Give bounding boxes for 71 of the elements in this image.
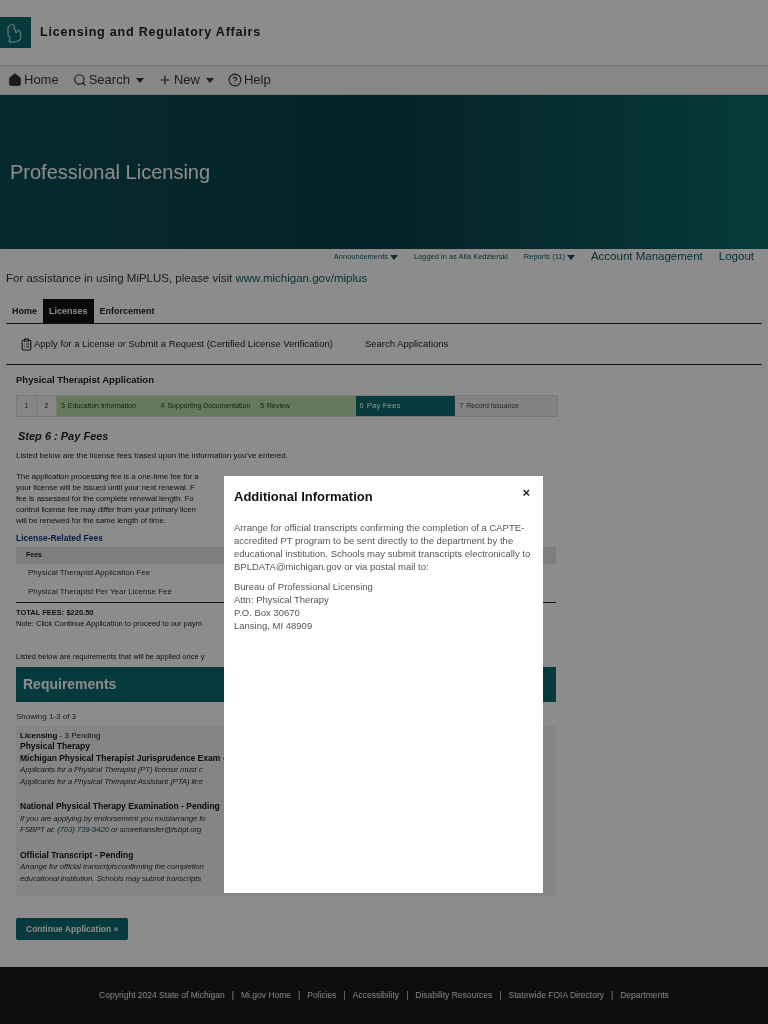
fees-text: your license will be issued until your next renewal. F bbox=[16, 482, 195, 493]
submenu-link[interactable]: Search Applications bbox=[364, 337, 449, 352]
address-line: Attn: Physical Therapy bbox=[234, 592, 330, 606]
nav-link[interactable]: Search bbox=[72, 70, 144, 90]
submenu-link[interactable]: Apply for a License or Submit a Request (Certified License Verification) bbox=[20, 337, 333, 352]
assistance-text: For assistance in using MiPLUS, please visit www.michigan.gov/miplus bbox=[6, 271, 368, 286]
requirement-description: If you are applying by endorsement you mustarrange fo bbox=[20, 812, 206, 824]
home-icon bbox=[8, 73, 22, 87]
fees-intro: Listed below are the license fees based upon the information you've entered. bbox=[16, 450, 288, 462]
fees-text: The application processing fee is a one-time fee for a bbox=[16, 471, 199, 482]
modal-body: Arrange for official transcripts confirming the completion of a CAPTE-accredited PT program to be sent directly to the department by the educational institution. Schools may submit transcripts electronically to BPLDATA@michigan.gov or via postal mail to: bbox=[234, 520, 532, 573]
fees-table-title: License-Related Fees bbox=[16, 532, 103, 545]
address-line: Lansing, MI 48909 bbox=[234, 618, 314, 632]
caret-icon bbox=[205, 77, 214, 83]
separator: | bbox=[406, 989, 409, 1002]
banner-title: Professional Licensing bbox=[10, 160, 211, 185]
footer-link[interactable]: Copyright 2024 State of Michigan bbox=[99, 989, 225, 1002]
application-title: Physical Therapist Application bbox=[16, 373, 155, 388]
phone-link[interactable]: (703) 739-9420 bbox=[57, 825, 110, 834]
separator: | bbox=[611, 989, 614, 1002]
requirement-title: National Physical Therapy Examination - Pending bbox=[20, 801, 220, 813]
requirement-description: Arrange for official transcriptsconfirming the completion bbox=[20, 861, 204, 873]
fees-text: control license fee may differ from your primary licen bbox=[16, 504, 196, 515]
utility-link[interactable]: Account Management bbox=[590, 248, 703, 266]
tab[interactable]: Home bbox=[6, 299, 43, 324]
requirement-title: Michigan Physical Therapist Jurisprudence Exam - bbox=[20, 752, 226, 764]
address-line: P.O. Box 30670 bbox=[234, 605, 301, 619]
caret-icon bbox=[390, 254, 398, 260]
table-cell: Physical Therapist Application Fee bbox=[28, 567, 151, 580]
footer-link[interactable]: Accessibility bbox=[352, 989, 400, 1002]
step-heading: Step 6 : Pay Fees bbox=[18, 428, 110, 444]
address-line: Bureau of Professional Licensing bbox=[234, 579, 374, 593]
site-title: Licensing and Regulatory Affairs bbox=[40, 24, 261, 42]
continue-button[interactable]: Continue Application » bbox=[16, 918, 129, 940]
fees-text: fee is assessed for the complete renewal length. Fo bbox=[16, 493, 194, 504]
requirement-title: Official Transcript - Pending bbox=[20, 849, 134, 861]
separator: | bbox=[499, 989, 502, 1002]
showing-count: Showing 1-3 of 3 bbox=[16, 710, 77, 723]
logo-icon bbox=[0, 17, 31, 48]
nav-link[interactable]: Help bbox=[227, 70, 271, 90]
caret-icon bbox=[566, 254, 575, 260]
requirement-description: FSBPT at: (703) 739-9420 or scoretransfer@fsbpt.org bbox=[20, 824, 202, 836]
tab[interactable]: Licenses bbox=[43, 299, 94, 324]
close-button[interactable]: × bbox=[520, 486, 532, 499]
clipboard-icon bbox=[20, 337, 33, 351]
separator: | bbox=[298, 989, 301, 1002]
requirement-description: Applicants for a Physical Therapist Assistant (PTA) lice bbox=[20, 775, 203, 787]
requirement-description: Applicants for a Physical Therapist (PT) license must c bbox=[20, 764, 203, 776]
footer-link[interactable]: Statewide FOIA Directory bbox=[508, 989, 604, 1002]
requirements-title: Requirements bbox=[23, 674, 117, 694]
caret-icon bbox=[135, 77, 144, 83]
help-icon bbox=[227, 73, 242, 87]
separator: | bbox=[231, 989, 234, 1002]
tab[interactable]: Enforcement bbox=[93, 299, 161, 324]
nav-link[interactable]: New bbox=[157, 70, 214, 90]
requirement-description: educational institution. Schools may submit transcripts bbox=[20, 872, 202, 884]
table-cell: Physical Therapist Per Year License Fee bbox=[28, 586, 172, 599]
modal-title: Additional Information bbox=[234, 488, 373, 506]
search-icon bbox=[72, 73, 87, 87]
separator: | bbox=[343, 989, 346, 1002]
group-heading: Licensing - 3 Pending bbox=[20, 729, 101, 741]
fees-text: will be renewed for the same length of time. bbox=[16, 515, 166, 526]
plus-icon bbox=[157, 73, 172, 87]
nav-link[interactable]: Home bbox=[8, 70, 59, 90]
subheading: Physical Therapy bbox=[20, 741, 90, 753]
utility-link[interactable]: Logout bbox=[718, 248, 754, 266]
miplus-link[interactable]: www.michigan.gov/miplus bbox=[235, 272, 368, 284]
footer-link[interactable]: Policies bbox=[307, 989, 337, 1002]
footer-link[interactable]: Departments bbox=[620, 989, 669, 1002]
footer-link[interactable]: Mi.gov Home bbox=[241, 989, 292, 1002]
footer-link[interactable]: Disability Resources bbox=[415, 989, 493, 1002]
